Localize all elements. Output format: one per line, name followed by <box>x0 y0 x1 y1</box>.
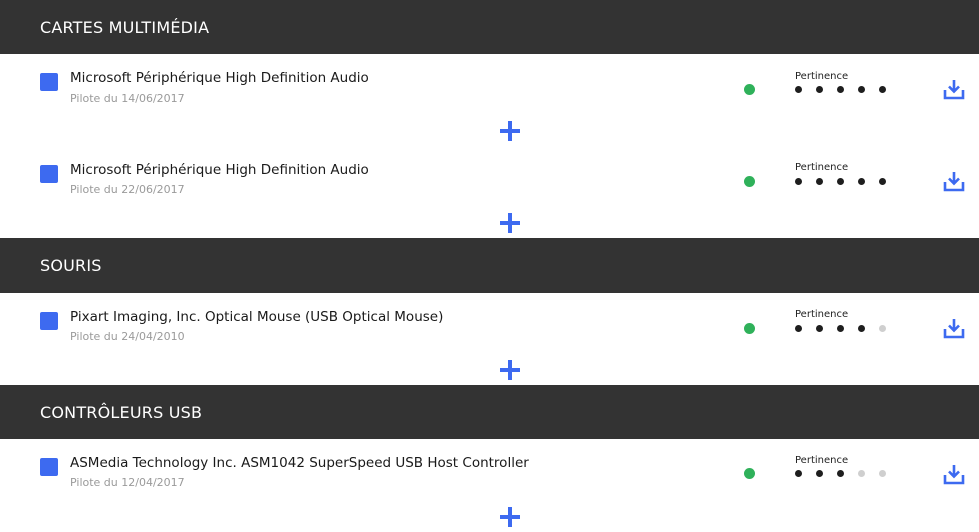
rating-dot-filled <box>816 86 823 93</box>
pertinence-label: Pertinence <box>795 71 849 82</box>
rating-dot-empty <box>879 325 886 332</box>
rating-dot-filled <box>795 86 802 93</box>
pertinence-rating <box>795 86 886 93</box>
rating-dot-filled <box>837 178 844 185</box>
rating-dot-empty <box>858 470 865 477</box>
rating-dot-filled <box>795 178 802 185</box>
status-dot-icon <box>744 323 755 334</box>
pertinence-label: Pertinence <box>795 309 849 320</box>
download-icon[interactable] <box>943 78 965 100</box>
pertinence-label: Pertinence <box>795 455 849 466</box>
driver-row: ASMedia Technology Inc. ASM1042 SuperSpe… <box>0 439 979 532</box>
rating-dot-filled <box>858 325 865 332</box>
section-title: SOURIS <box>40 256 102 275</box>
pertinence-label: Pertinence <box>795 162 849 173</box>
driver-date: Pilote du 12/04/2017 <box>70 476 185 489</box>
expand-plus-button[interactable] <box>500 121 520 141</box>
checkbox-icon[interactable] <box>40 73 58 91</box>
rating-dot-filled <box>795 325 802 332</box>
rating-dot-filled <box>795 470 802 477</box>
pertinence-rating <box>795 325 886 332</box>
pertinence-rating <box>795 178 886 185</box>
checkbox-icon[interactable] <box>40 312 58 330</box>
expand-plus-button[interactable] <box>500 213 520 233</box>
checkbox-icon[interactable] <box>40 165 58 183</box>
status-dot-icon <box>744 176 755 187</box>
section-title: CARTES MULTIMÉDIA <box>40 17 210 37</box>
download-icon[interactable] <box>943 170 965 192</box>
rating-dot-filled <box>837 86 844 93</box>
rating-dot-filled <box>879 86 886 93</box>
rating-dot-filled <box>837 325 844 332</box>
rating-dot-filled <box>816 178 823 185</box>
rating-dot-filled <box>816 470 823 477</box>
rating-dot-filled <box>837 470 844 477</box>
driver-date: Pilote du 24/04/2010 <box>70 330 185 343</box>
rating-dot-filled <box>879 178 886 185</box>
expand-plus-button[interactable] <box>500 360 520 380</box>
driver-row: Microsoft Périphérique High Definition A… <box>0 146 979 238</box>
driver-name: Microsoft Périphérique High Definition A… <box>70 70 369 86</box>
rating-dot-empty <box>879 470 886 477</box>
driver-name: Pixart Imaging, Inc. Optical Mouse (USB … <box>70 309 444 325</box>
download-icon[interactable] <box>943 463 965 485</box>
driver-name: Microsoft Périphérique High Definition A… <box>70 162 369 178</box>
driver-row: Microsoft Périphérique High Definition A… <box>0 54 979 146</box>
driver-row: Pixart Imaging, Inc. Optical Mouse (USB … <box>0 293 979 385</box>
section-header-controleurs-usb: CONTRÔLEURS USB <box>0 385 979 439</box>
driver-date: Pilote du 14/06/2017 <box>70 92 185 105</box>
section-header-cartes-multimedia: CARTES MULTIMÉDIA <box>0 0 979 54</box>
section-title: CONTRÔLEURS USB <box>40 402 203 422</box>
rating-dot-filled <box>858 86 865 93</box>
status-dot-icon <box>744 84 755 95</box>
driver-name: ASMedia Technology Inc. ASM1042 SuperSpe… <box>70 455 529 471</box>
download-icon[interactable] <box>943 317 965 339</box>
driver-date: Pilote du 22/06/2017 <box>70 183 185 196</box>
status-dot-icon <box>744 468 755 479</box>
rating-dot-filled <box>816 325 823 332</box>
rating-dot-filled <box>858 178 865 185</box>
expand-plus-button[interactable] <box>500 507 520 527</box>
checkbox-icon[interactable] <box>40 458 58 476</box>
section-header-souris: SOURIS <box>0 238 979 293</box>
pertinence-rating <box>795 470 886 477</box>
